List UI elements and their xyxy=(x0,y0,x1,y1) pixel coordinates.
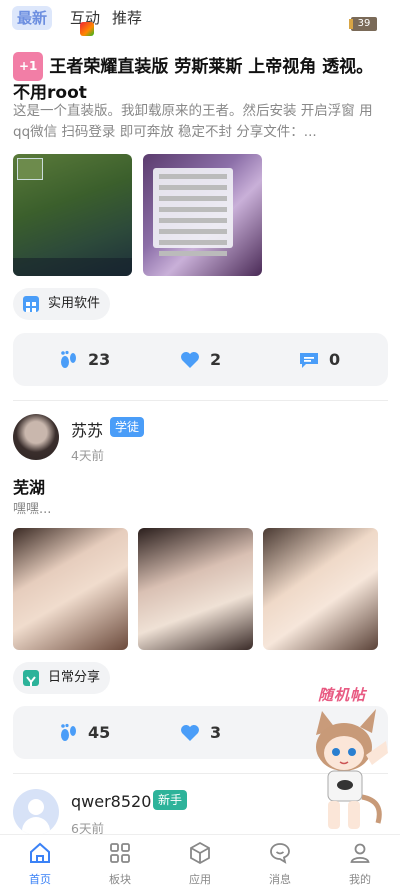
post-title-text: 王者荣耀直装版 劳斯莱斯 上帝视角 透视。不用root xyxy=(13,57,374,103)
bottom-navigation: 首页 板块 应用 消息 我的 xyxy=(0,834,400,890)
daily-share-icon xyxy=(23,670,39,686)
post-image-settings-screenshot[interactable] xyxy=(143,154,262,276)
post-tag: +1 xyxy=(13,52,44,81)
footprint-icon xyxy=(61,723,76,741)
role-badge: 新手 xyxy=(153,790,188,810)
comment-icon xyxy=(300,353,318,368)
user-icon xyxy=(350,843,370,863)
post-title[interactable]: 芜湖 xyxy=(13,474,45,498)
random-post-label[interactable]: 随机帖 xyxy=(318,684,366,705)
home-icon xyxy=(30,842,50,863)
nav-home[interactable]: 首页 xyxy=(0,835,80,890)
likes-stat[interactable]: 2 xyxy=(179,333,249,386)
post-time: 4天前 xyxy=(71,448,104,463)
default-avatar-icon[interactable] xyxy=(13,789,59,835)
level-badge: 39 xyxy=(349,17,377,31)
top-tab-bar: 最新 互动 推荐 39 xyxy=(0,0,400,38)
heart-icon xyxy=(181,725,199,741)
chat-bubble-icon xyxy=(270,843,290,864)
category-chip[interactable]: 实用软件 xyxy=(13,288,110,320)
footprints-stat[interactable]: 45 xyxy=(57,706,137,759)
post-image-photo[interactable] xyxy=(263,528,378,650)
nav-sections[interactable]: 板块 xyxy=(80,835,160,890)
cube-icon xyxy=(190,841,210,865)
divider xyxy=(13,400,388,401)
avatar[interactable] xyxy=(13,414,59,460)
category-label: 实用软件 xyxy=(48,296,101,311)
app-badge-icon xyxy=(80,22,94,36)
username[interactable]: qwer8520 xyxy=(71,792,151,811)
heart-icon xyxy=(181,352,199,368)
nav-messages[interactable]: 消息 xyxy=(240,835,320,890)
post-image-game-screenshot[interactable] xyxy=(13,154,132,276)
grid-icon xyxy=(110,843,130,863)
catgirl-mascot-icon[interactable] xyxy=(300,705,392,833)
post-stats-bar: 23 2 0 xyxy=(13,333,388,386)
username[interactable]: 苏苏 xyxy=(71,417,103,441)
comments-stat[interactable]: 0 xyxy=(298,333,368,386)
grid-icon xyxy=(23,296,39,312)
category-label: 日常分享 xyxy=(48,670,101,685)
post-description: 这是一个直装版。我卸载原来的王者。然后安装 开启浮窗 用qq微信 扫码登录 即可… xyxy=(13,103,373,140)
post-description: 嘿嘿... xyxy=(13,502,52,517)
post-image-photo[interactable] xyxy=(138,528,253,650)
tab-latest[interactable]: 最新 xyxy=(12,6,52,30)
footprints-stat[interactable]: 23 xyxy=(57,333,137,386)
tab-recommend[interactable]: 推荐 xyxy=(112,6,142,30)
post-image-photo[interactable] xyxy=(13,528,128,650)
role-badge: 学徒 xyxy=(110,417,145,437)
post-title[interactable]: +1 王者荣耀直装版 劳斯莱斯 上帝视角 透视。不用root xyxy=(13,52,388,106)
footprint-icon xyxy=(61,350,76,368)
category-chip[interactable]: 日常分享 xyxy=(13,662,110,694)
nav-apps[interactable]: 应用 xyxy=(160,835,240,890)
nav-profile[interactable]: 我的 xyxy=(320,835,400,890)
likes-stat[interactable]: 3 xyxy=(179,706,249,759)
